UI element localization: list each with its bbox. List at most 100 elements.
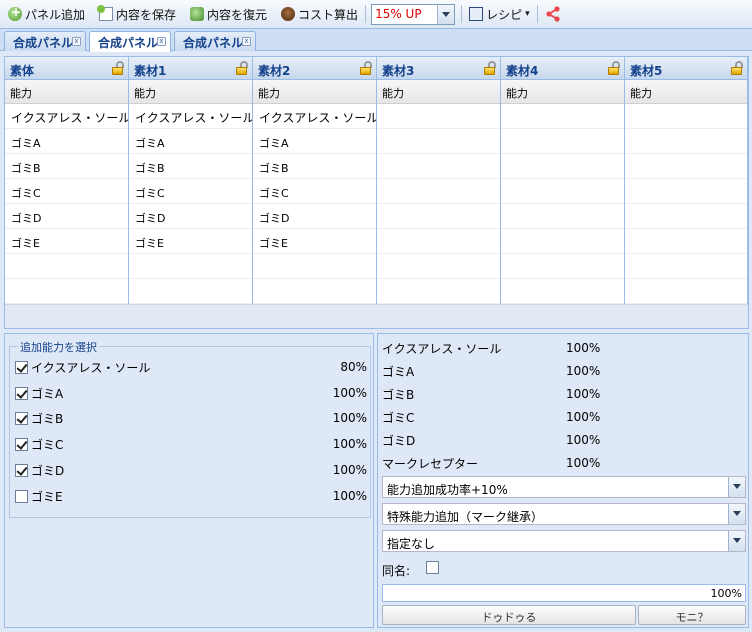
rate-select[interactable]: 15% UP (371, 3, 456, 25)
ability-option[interactable]: イクスアレス・ソール 80% (15, 357, 367, 377)
designation-select[interactable]: 指定なし (382, 530, 746, 552)
grid-cell[interactable] (625, 129, 747, 154)
grid-cell[interactable] (377, 179, 500, 204)
grid-cell[interactable] (501, 104, 624, 129)
tab-synthesis-panel-1[interactable]: 合成パネル x (4, 31, 86, 51)
lock-icon[interactable] (112, 61, 124, 75)
grid-cell[interactable] (501, 204, 624, 229)
close-icon[interactable]: x (157, 37, 166, 46)
grid-cell[interactable] (377, 254, 500, 279)
grid-cell[interactable] (377, 129, 500, 154)
ability-checkbox[interactable] (15, 437, 28, 451)
close-icon[interactable]: x (72, 37, 81, 46)
success-rate-select[interactable]: 能力追加成功率+10% (382, 476, 746, 498)
chevron-down-icon[interactable] (728, 477, 745, 497)
grid-cell[interactable]: ゴミD (129, 204, 252, 229)
grid-cell[interactable] (625, 229, 747, 254)
grid-cell[interactable] (625, 154, 747, 179)
grid-cell[interactable]: ゴミE (253, 229, 376, 254)
lock-icon[interactable] (731, 61, 743, 75)
grid-cell[interactable]: ゴミA (129, 129, 252, 154)
grid-cell[interactable] (377, 104, 500, 129)
grid-cell[interactable] (501, 254, 624, 279)
lock-icon[interactable] (236, 61, 248, 75)
ability-checkbox[interactable] (15, 386, 28, 400)
monitor-button[interactable]: モニ？ (638, 605, 746, 625)
grid-cell[interactable]: ゴミD (5, 204, 128, 229)
ability-checkbox[interactable] (15, 489, 28, 503)
chevron-down-icon[interactable] (728, 504, 745, 524)
close-icon[interactable]: x (242, 37, 251, 46)
lock-icon[interactable] (484, 61, 496, 75)
ability-option[interactable]: ゴミD 100% (15, 460, 367, 480)
recipe-button[interactable]: レシピ ▾ (465, 3, 534, 25)
grid-cell[interactable] (625, 279, 747, 304)
grid-cell[interactable]: ゴミB (5, 154, 128, 179)
result-percent: 100% (566, 433, 601, 447)
lock-icon[interactable] (608, 61, 620, 75)
grid-cell[interactable]: ゴミA (253, 129, 376, 154)
cost-calc-button[interactable]: コスト算出 (277, 3, 362, 25)
grid-cell[interactable] (377, 229, 500, 254)
grid-cell[interactable] (377, 204, 500, 229)
grid-cell[interactable] (5, 254, 128, 279)
special-ability-select[interactable]: 特殊能力追加（マーク継承） (382, 503, 746, 525)
grid-cell[interactable]: イクスアレス・ソール (129, 104, 252, 129)
grid-cell[interactable] (625, 254, 747, 279)
chevron-down-icon[interactable] (728, 531, 745, 551)
column-header[interactable]: 素材1 (129, 57, 252, 80)
grid-cell[interactable] (129, 279, 252, 304)
grid-cell[interactable] (501, 129, 624, 154)
column-header[interactable]: 素体 (5, 57, 128, 80)
lock-icon[interactable] (360, 61, 372, 75)
ability-option[interactable]: ゴミE 100% (15, 486, 367, 506)
grid-cell[interactable]: ゴミD (253, 204, 376, 229)
tab-synthesis-panel-3[interactable]: 合成パネル x (174, 31, 256, 51)
grid-cell[interactable]: ゴミC (129, 179, 252, 204)
ability-checkbox[interactable] (15, 463, 28, 477)
designation-value: 指定なし (387, 537, 436, 551)
grid-cell[interactable] (253, 279, 376, 304)
save-content-button[interactable]: 内容を保存 (95, 3, 180, 25)
grid-footer (5, 304, 748, 328)
tab-synthesis-panel-2[interactable]: 合成パネル x (89, 31, 171, 52)
ability-checkbox[interactable] (15, 360, 28, 374)
grid-cell[interactable] (625, 204, 747, 229)
chevron-down-icon[interactable] (437, 4, 455, 24)
column-header[interactable]: 素材2 (253, 57, 376, 80)
ability-percent: 100% (332, 386, 367, 400)
same-name-checkbox[interactable] (426, 561, 439, 574)
grid-cell[interactable] (5, 279, 128, 304)
grid-cell[interactable] (129, 254, 252, 279)
restore-content-button[interactable]: 内容を復元 (186, 3, 271, 25)
column-header[interactable]: 素材4 (501, 57, 624, 80)
grid-cell[interactable]: ゴミA (5, 129, 128, 154)
grid-cell[interactable]: イクスアレス・ソール (253, 104, 376, 129)
ability-option[interactable]: ゴミB 100% (15, 408, 367, 428)
grid-cell[interactable]: ゴミC (253, 179, 376, 204)
grid-cell[interactable]: ゴミE (129, 229, 252, 254)
ability-option[interactable]: ゴミC 100% (15, 434, 367, 454)
grid-cell[interactable]: イクスアレス・ソール (5, 104, 128, 129)
share-button[interactable] (541, 3, 568, 25)
add-panel-button[interactable]: パネル追加 (4, 3, 89, 25)
grid-cell[interactable] (501, 179, 624, 204)
column-header[interactable]: 素材3 (377, 57, 500, 80)
toolbar-separator (461, 5, 463, 23)
grid-cell[interactable]: ゴミB (129, 154, 252, 179)
grid-cell[interactable]: ゴミC (5, 179, 128, 204)
grid-cell[interactable] (501, 154, 624, 179)
grid-cell[interactable]: ゴミE (5, 229, 128, 254)
grid-cell[interactable] (377, 279, 500, 304)
grid-cell[interactable] (501, 229, 624, 254)
execute-button[interactable]: ドゥドゥる (382, 605, 636, 625)
ability-option[interactable]: ゴミA 100% (15, 383, 367, 403)
ability-checkbox[interactable] (15, 411, 28, 425)
grid-cell[interactable] (625, 179, 747, 204)
grid-cell[interactable]: ゴミB (253, 154, 376, 179)
column-header[interactable]: 素材5 (625, 57, 747, 80)
grid-cell[interactable] (625, 104, 747, 129)
grid-cell[interactable] (501, 279, 624, 304)
grid-cell[interactable] (253, 254, 376, 279)
grid-cell[interactable] (377, 154, 500, 179)
